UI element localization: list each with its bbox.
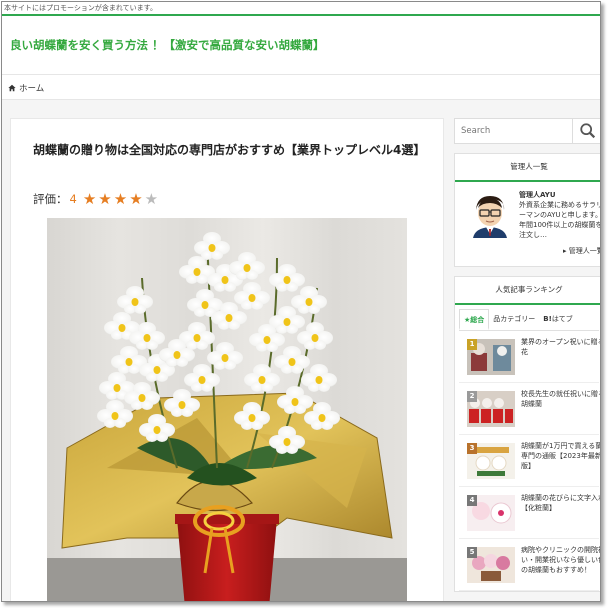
ranking-item-title: 病院やクリニックの開院祝い・開業祝いなら優しい色の胡蝶蘭もおすすめ！	[521, 546, 601, 574]
orchid-photo	[47, 218, 407, 601]
page-title: 胡蝶蘭の贈り物は全国対応の専門店がおすすめ【業界トップレベル4選】	[33, 143, 426, 157]
ranking-item[interactable]: 5 病院やクリニックの開院祝い・開業祝いなら優しい色の胡蝶蘭もおすすめ！	[459, 539, 601, 591]
star-icon: ★	[98, 190, 112, 208]
ranking-item-title: 胡蝶蘭の花びらに文字入れ【化粧蘭】	[521, 494, 601, 512]
article-card: 胡蝶蘭の贈り物は全国対応の専門店がおすすめ【業界トップレベル4選】 評価： 4 …	[10, 118, 444, 601]
ranking-item-title: 胡蝶蘭が1万円で買える蘭専門の通販【2023年最新版】	[521, 442, 601, 470]
rank-badge: 1	[467, 339, 477, 350]
avatar	[473, 196, 507, 238]
breadcrumb: ホーム	[2, 74, 600, 100]
ranking-list: 1 業界のオープン祝いに贈る花 2 校長先生の就任祝いに贈る胡蝶蘭 3 胡蝶蘭が…	[455, 331, 601, 591]
ranking-item[interactable]: 3 胡蝶蘭が1万円で買える蘭専門の通販【2023年最新版】	[459, 435, 601, 487]
admin-description: 外資系企業に務めるサラリーマンのAYUと申します。年間100件以上の胡蝶蘭を注文…	[519, 201, 601, 239]
rank-badge: 3	[467, 443, 477, 454]
ranking-widget-title: 人気記事ランキング	[455, 277, 600, 305]
star-icon: ★	[144, 190, 159, 208]
search-input[interactable]	[455, 119, 573, 143]
sidebar: 管理人一覧 管理人AYU 外資系企業に務めるサラリーマンのAYUと申します。年間…	[454, 118, 601, 592]
star-icon: ★	[113, 190, 128, 208]
admin-widget: 管理人一覧 管理人AYU 外資系企業に務めるサラリーマンのAYUと申します。年間…	[454, 153, 601, 267]
site-title-link[interactable]: 良い胡蝶蘭を安く買う方法 ！【激安で高品質な安い胡蝶蘭】	[10, 37, 325, 53]
orchid-image	[47, 232, 407, 601]
search-icon[interactable]	[579, 122, 597, 140]
search-box	[454, 118, 600, 144]
ranking-item[interactable]: 2 校長先生の就任祝いに贈る胡蝶蘭	[459, 383, 601, 435]
hatena-icon: B!	[543, 315, 552, 323]
rank-badge: 5	[467, 547, 477, 558]
tab-overall[interactable]: ★総合	[459, 309, 490, 330]
promotion-notice: 本サイトにはプロモーションが含まれています。	[2, 2, 600, 14]
admin-list-link-label: 管理人一覧	[568, 247, 601, 255]
rating: 評価： 4 ★ ★ ★ ★ ★	[33, 190, 160, 208]
star-icon: ★	[129, 190, 143, 208]
home-link-label: ホーム	[19, 84, 45, 94]
ranking-item-title: 校長先生の就任祝いに贈る胡蝶蘭	[521, 390, 601, 408]
admin-name: 管理人AYU	[519, 191, 556, 199]
home-link[interactable]: ホーム	[8, 82, 44, 94]
ranking-item[interactable]: 1 業界のオープン祝いに贈る花	[459, 331, 601, 383]
rating-label: 評価：	[33, 192, 68, 206]
ranking-widget: 人気記事ランキング ★総合 品カテゴリー B!はてブ 1 業界のオープン祝いに贈…	[454, 276, 601, 592]
admin-list-link[interactable]: ▸ 管理人一覧	[563, 246, 601, 256]
rank-badge: 4	[467, 495, 477, 506]
browser-frame: 本サイトにはプロモーションが含まれています。 良い胡蝶蘭を安く買う方法 ！【激安…	[1, 1, 601, 602]
admin-profile: 管理人AYU 外資系企業に務めるサラリーマンのAYUと申します。年間100件以上…	[455, 182, 601, 266]
admin-widget-title: 管理人一覧	[455, 154, 600, 182]
ranking-item[interactable]: 4 胡蝶蘭の花びらに文字入れ【化粧蘭】	[459, 487, 601, 539]
tab-hatena[interactable]: B!はてブ	[539, 309, 577, 330]
site-header: 良い胡蝶蘭を安く買う方法 ！【激安で高品質な安い胡蝶蘭】	[2, 14, 600, 74]
star-icon: ★	[82, 190, 97, 208]
home-icon	[8, 84, 16, 92]
rating-value: 4	[69, 192, 77, 206]
ranking-tabs: ★総合 品カテゴリー B!はてブ	[459, 309, 599, 331]
tab-category[interactable]: 品カテゴリー	[489, 309, 539, 330]
rank-badge: 2	[467, 391, 477, 402]
rating-stars: ★ ★ ★ ★ ★	[83, 190, 160, 208]
ranking-item-title: 業界のオープン祝いに贈る花	[521, 338, 601, 356]
